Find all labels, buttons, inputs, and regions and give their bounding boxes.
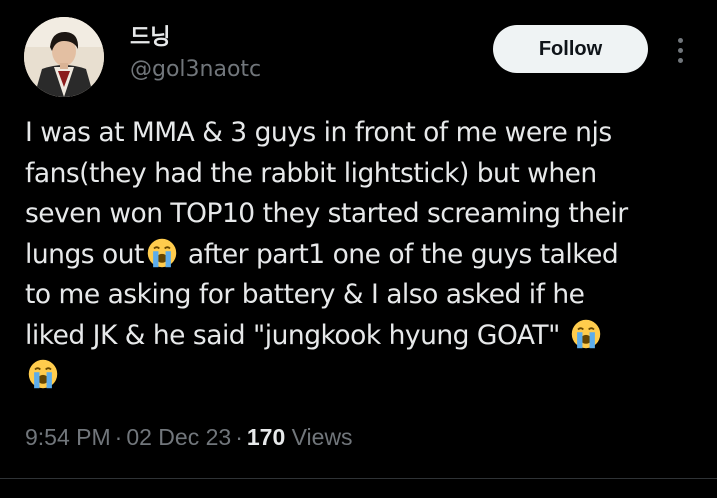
tweet-text-line: I was at MMA & 3 guys in front of me wer… [25,117,612,148]
author-display-name[interactable]: 드닝 [130,24,170,52]
tweet-text-segment: after part1 one of the guys talked [187,238,619,270]
tweet-meta: 9:54 PM · 02 Dec 23 · 170 Views [25,422,353,452]
tweet-text-line: fans(they had the rabbit lightstick) but… [25,157,597,189]
more-vertical-icon[interactable] [666,36,694,64]
loudly-crying-face-icon [28,359,58,389]
author-handle[interactable]: @gol3naotc [130,56,261,84]
tweet-text-line: lungs out after part1 one of the guys ta… [25,235,700,276]
loudly-crying-face-icon [571,319,600,348]
views-count[interactable]: 170 [247,424,285,450]
tweet-text-line [25,356,700,397]
tweet-text-line: to me asking for battery & I also asked … [25,279,585,310]
avatar-image [24,17,104,97]
more-dot [677,57,683,63]
avatar[interactable] [24,17,104,97]
tweet: 드닝 @gol3naotc Follow I was at MMA & 3 gu… [0,0,717,498]
more-dot [677,47,683,53]
tweet-text-segment: liked JK & he said "jungkook hyung GOAT" [25,319,560,351]
divider [0,478,717,479]
views-label[interactable]: Views [292,424,353,450]
tweet-text-segment: lungs out [25,238,144,270]
meta-separator: · [114,424,123,450]
tweet-text-line: seven won TOP10 they started screaming t… [25,198,628,229]
more-dot [677,37,683,43]
loudly-crying-face-icon [147,238,177,267]
meta-separator: · [235,424,243,450]
tweet-time[interactable]: 9:54 PM [25,424,111,450]
tweet-text-line: liked JK & he said "jungkook hyung GOAT" [25,316,700,357]
follow-button[interactable]: Follow [493,25,648,73]
tweet-text: I was at MMA & 3 guys in front of me wer… [25,113,700,397]
tweet-date[interactable]: 02 Dec 23 [126,424,231,450]
